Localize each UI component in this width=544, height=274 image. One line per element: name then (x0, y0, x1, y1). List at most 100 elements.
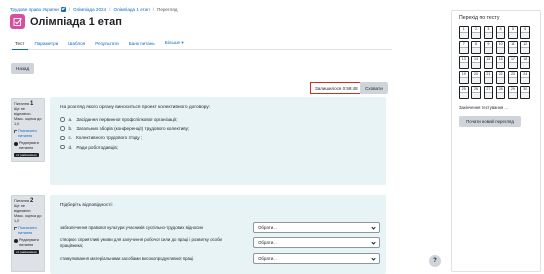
question-nav-status (509, 77, 517, 83)
question-nav-button[interactable]: 22 (495, 71, 506, 84)
question-nav-status (509, 92, 517, 98)
chevron-down-icon (371, 240, 376, 245)
option-letter: a. (68, 117, 73, 122)
tab-settings[interactable]: Параметри (30, 41, 64, 49)
radio-button[interactable] (60, 126, 65, 131)
question-nav-button[interactable]: 6 (520, 26, 530, 39)
radio-button[interactable] (60, 135, 65, 141)
question-nav-button[interactable]: 25 (459, 86, 469, 99)
question-nav-button[interactable]: 11 (508, 41, 518, 54)
question-nav-button[interactable]: 19 (459, 71, 469, 84)
question-nav-status (484, 92, 493, 98)
breadcrumb-current: Перегляд (157, 6, 178, 12)
question-nav-button[interactable]: 16 (495, 56, 506, 69)
breadcrumb-section[interactable]: Олімпіада 2024 (73, 7, 106, 12)
question-nav-button[interactable]: 23 (508, 71, 518, 84)
question-nav-button[interactable]: 15 (483, 56, 494, 69)
help-button[interactable]: ? (429, 255, 441, 267)
question-nav-button[interactable]: 14 (471, 56, 481, 69)
hide-timer-button[interactable]: Сховати (360, 82, 388, 94)
question-nav-status (460, 92, 468, 98)
question-nav-button[interactable]: 26 (471, 86, 481, 99)
flag-question-link[interactable]: Позначити питання (14, 226, 42, 236)
gear-icon (14, 141, 18, 146)
tab-results[interactable]: Результати (90, 41, 123, 49)
question-nav-status (460, 77, 468, 83)
question-nav-button[interactable]: 1 (459, 26, 469, 39)
question-nav-status (496, 62, 505, 68)
match-select[interactable]: Обрати... (253, 253, 380, 264)
match-prompt: створює сприятливі умови для залучення р… (60, 237, 222, 242)
match-select[interactable]: Обрати... (253, 237, 380, 248)
question-nav-button[interactable]: 17 (508, 56, 518, 69)
question-status: Ще не відповіли (14, 204, 31, 213)
question-nav-button[interactable]: 24 (520, 71, 530, 84)
edit-question-link[interactable]: Редагувати питання (14, 238, 42, 248)
finish-attempt-link[interactable]: Закінчення тестування ... (459, 105, 533, 110)
answer-option[interactable]: a. Засідання первинної профспілкової орга… (60, 117, 376, 122)
question-label: Питання (14, 102, 29, 106)
answer-option[interactable]: c. Колективного трудового з'їзду ; (60, 135, 376, 140)
select-value: Обрати... (258, 256, 277, 261)
edit-label: Редагувати питання (19, 238, 39, 247)
question-nav-status (496, 92, 505, 98)
page-header: Олімпіада 1 етап (10, 14, 122, 29)
page-title: Олімпіада 1 етап (30, 15, 122, 28)
question-nav-button[interactable]: 20 (471, 71, 481, 84)
question-nav-button[interactable]: 28 (495, 86, 506, 99)
question-nav-button[interactable]: 13 (459, 56, 469, 69)
question-nav-button[interactable]: 12 (520, 41, 530, 54)
question-nav-button[interactable]: 3 (483, 26, 494, 39)
question-nav-button[interactable]: 27 (483, 86, 494, 99)
answer-option[interactable]: b. Загальних зборів (конференції) трудово… (60, 126, 376, 131)
match-select[interactable]: Обрати... (253, 222, 380, 233)
question-nav-button[interactable]: 18 (520, 56, 530, 69)
flag-label: Позначити питання (18, 226, 37, 235)
question-number-value: 1 (29, 101, 34, 107)
question-nav-status (521, 32, 529, 38)
version-badge: v1 (найновіша) (14, 250, 39, 254)
breadcrumb-quiz[interactable]: Олімпіада 1 етап (113, 7, 149, 12)
question-nav-status (484, 47, 493, 53)
quiz-navigation-title: Перехід по тесту (459, 15, 500, 21)
question-number-value: 2 (29, 198, 34, 204)
tab-question-bank[interactable]: Банк питань (124, 41, 160, 49)
question-nav-status (484, 77, 493, 83)
question-nav-status (496, 77, 505, 83)
back-button[interactable]: Назад (11, 63, 35, 74)
question-nav-button[interactable]: 8 (471, 41, 481, 54)
quiz-icon (10, 14, 25, 29)
answer-option[interactable]: d. Ради роботодавців; (60, 145, 376, 150)
breadcrumb-course[interactable]: Трудове право України (10, 7, 59, 12)
tab-quiz[interactable]: Тест (10, 41, 30, 50)
question-nav-status (460, 47, 468, 53)
question-nav-status (484, 32, 493, 38)
question-nav-button[interactable]: 30 (520, 86, 530, 99)
question-nav-status (509, 47, 517, 53)
edit-question-link[interactable]: Редагувати питання (14, 141, 42, 151)
radio-button[interactable] (60, 144, 65, 150)
tab-template[interactable]: Шаблон (63, 41, 90, 49)
flag-question-link[interactable]: Позначити питання (14, 129, 42, 139)
quiz-navigation-grid: 1 2 3 4 5 6 7 8 9 10 11 12 13 14 15 16 17 18 19 20 21 22 23 24 2… (459, 26, 533, 99)
question-nav-status (496, 47, 505, 53)
question-nav-button[interactable]: 29 (508, 86, 518, 99)
flag-icon (14, 130, 17, 133)
question-nav-button[interactable]: 9 (483, 41, 494, 54)
gear-icon (14, 238, 18, 243)
version-badge: v1 (найновіша) (14, 153, 39, 157)
radio-button[interactable] (60, 117, 65, 122)
match-prompt-continued: працівника; (60, 243, 84, 248)
question-nav-status (472, 77, 480, 83)
question-nav-button[interactable]: 4 (495, 26, 506, 39)
tab-more[interactable]: Більше ▾ (160, 40, 189, 49)
option-text: Засідання первинної профспілкової органі… (76, 117, 178, 122)
question-nav-button[interactable]: 5 (508, 26, 518, 39)
question-grade: Макс. оцінка до 1,0 (14, 214, 42, 223)
question-nav-button[interactable]: 7 (459, 41, 469, 54)
question-nav-status (509, 32, 517, 38)
question-nav-button[interactable]: 21 (483, 71, 494, 84)
question-nav-button[interactable]: 2 (471, 26, 481, 39)
start-new-preview-button[interactable]: Почати новий перегляд (459, 116, 521, 127)
question-nav-button[interactable]: 10 (495, 41, 506, 54)
